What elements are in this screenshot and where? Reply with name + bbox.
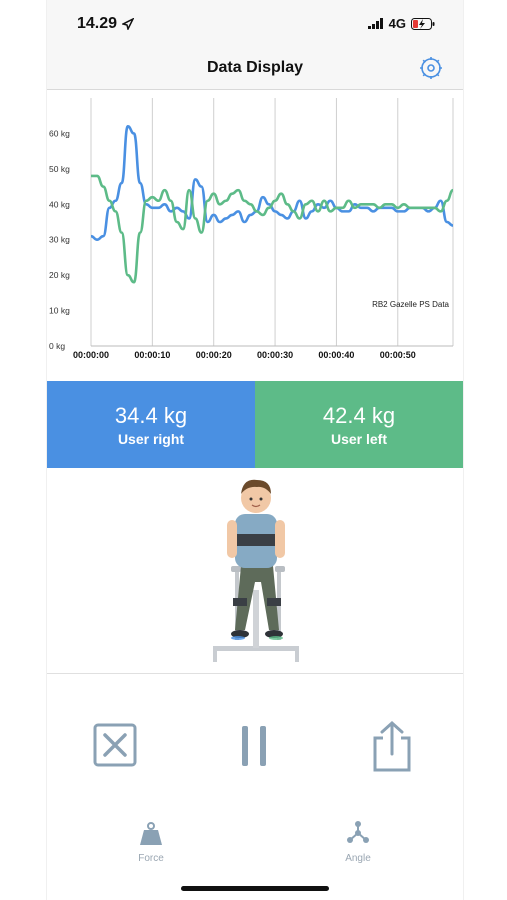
- x-tick-label: 00:00:30: [257, 350, 293, 360]
- battery-icon: [411, 17, 435, 30]
- y-tick-label: 50 kg: [49, 164, 70, 174]
- right-readout-tile: 34.4 kg User right: [47, 381, 255, 468]
- user-on-device-illustration: [213, 479, 299, 662]
- status-indicators: 4G: [367, 16, 435, 31]
- x-tick-label: 00:00:20: [196, 350, 232, 360]
- cancel-icon[interactable]: [93, 720, 139, 772]
- y-tick-label: 20 kg: [49, 270, 70, 280]
- x-tick-label: 00:00:50: [380, 350, 416, 360]
- navigation-bar: Data Display: [47, 48, 463, 90]
- angle-icon: [347, 821, 369, 843]
- y-tick-label: 30 kg: [49, 235, 70, 245]
- tab-angle[interactable]: Angle: [298, 820, 418, 864]
- app-screen: 14.29 4G Data Display 00:00:00 00:00:10 00…: [46, 0, 464, 900]
- force-line-chart: 00:00:00 00:00:10 00:00:20 00:00:30 00:00:40…: [49, 98, 454, 360]
- readout-tiles: 34.4 kg User right 42.4 kg User left: [47, 381, 463, 468]
- status-time: 14.29: [77, 15, 118, 32]
- right-force-value: 34.4 kg: [114, 402, 188, 428]
- y-tick-label: 0 kg: [49, 341, 65, 351]
- chart-annotation: RB2 Gazelle PS Data: [372, 300, 449, 309]
- home-indicator: [181, 886, 329, 891]
- share-icon[interactable]: [369, 720, 415, 772]
- y-tick-label: 10 kg: [49, 306, 70, 316]
- series-line-right: [90, 125, 454, 242]
- x-tick-label: 00:00:10: [134, 350, 170, 360]
- location-arrow-icon: [122, 18, 134, 30]
- x-tick-label: 00:00:40: [318, 350, 354, 360]
- y-tick-label: 60 kg: [49, 128, 70, 138]
- tab-force[interactable]: Force: [91, 820, 211, 864]
- gear-icon[interactable]: [419, 56, 443, 80]
- right-foot-sensor: [231, 636, 245, 640]
- signal-icon: [367, 18, 383, 29]
- tab-bar: Force Angle: [47, 820, 463, 880]
- left-force-value: 42.4 kg: [322, 402, 396, 428]
- y-tick-label: 40 kg: [49, 199, 70, 209]
- right-force-label: User right: [117, 430, 185, 447]
- network-type: 4G: [388, 16, 406, 31]
- left-readout-tile: 42.4 kg User left: [255, 381, 463, 468]
- section-divider: [47, 673, 463, 674]
- series-line-left: [91, 174, 454, 284]
- left-force-label: User left: [330, 430, 388, 447]
- status-bar: 14.29 4G: [47, 0, 463, 48]
- weight-icon: [140, 822, 162, 845]
- tab-angle-label: Angle: [345, 853, 371, 864]
- page-title: Data Display: [206, 59, 304, 76]
- left-foot-sensor: [269, 636, 283, 640]
- x-tick-label: 00:00:00: [73, 350, 109, 360]
- pause-icon[interactable]: [232, 720, 278, 772]
- playback-controls: [47, 720, 463, 776]
- tab-force-label: Force: [138, 853, 164, 864]
